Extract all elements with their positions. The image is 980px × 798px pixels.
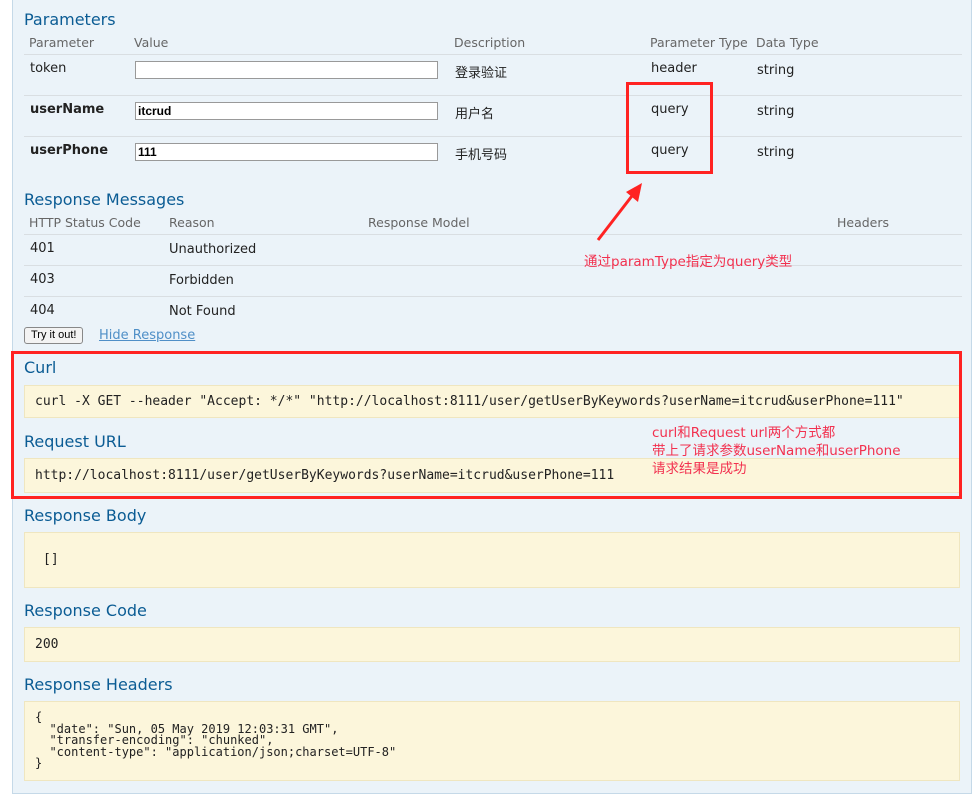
param-desc-username: 用户名 (455, 107, 495, 122)
param-desc-token: 登录验证 (455, 66, 508, 81)
param-name-username: userName (30, 102, 105, 117)
reason-403: Forbidden (169, 273, 234, 288)
parameters-heading: Parameters (24, 10, 116, 29)
divider (24, 296, 962, 297)
response-headers-text: { "date": "Sun, 05 May 2019 12:03:31 GMT… (35, 710, 397, 770)
col-reason: Reason (169, 215, 215, 230)
param-name-userphone: userPhone (30, 143, 109, 158)
response-headers-heading: Response Headers (24, 675, 173, 694)
col-data-type: Data Type (756, 35, 819, 50)
token-input[interactable] (135, 61, 438, 79)
param-type-token: header (651, 61, 697, 76)
col-response-model: Response Model (368, 215, 470, 230)
response-messages-heading: Response Messages (24, 190, 185, 209)
response-body-heading: Response Body (24, 506, 147, 525)
response-code-block: 200 (24, 627, 960, 662)
reason-404: Not Found (169, 304, 236, 319)
col-description: Description (454, 35, 526, 50)
curl-annotation-line3: 请求结果是成功 (652, 461, 747, 477)
username-input[interactable] (135, 102, 438, 120)
query-type-highlight-box (626, 82, 713, 174)
col-parameter: Parameter (29, 35, 95, 50)
divider (24, 265, 962, 266)
col-value: Value (134, 35, 169, 50)
divider (24, 95, 962, 96)
response-headers-block: { "date": "Sun, 05 May 2019 12:03:31 GMT… (24, 701, 960, 781)
param-type-annotation: 通过paramType指定为query类型 (584, 254, 793, 270)
response-body-text: [] (43, 552, 59, 567)
reason-401: Unauthorized (169, 242, 257, 257)
param-datatype-username: string (757, 104, 795, 119)
response-body-block: [] (24, 532, 960, 588)
param-desc-userphone: 手机号码 (455, 148, 508, 163)
param-datatype-token: string (757, 63, 795, 78)
try-it-out-button[interactable]: Try it out! (24, 327, 84, 344)
response-code-text: 200 (35, 637, 59, 652)
divider (24, 136, 962, 137)
curl-annotation-line2: 带上了请求参数userName和userPhone (652, 443, 901, 459)
divider (24, 234, 962, 235)
col-headers: Headers (837, 215, 890, 230)
hide-response-link[interactable]: Hide Response (99, 328, 195, 343)
status-code-403: 403 (30, 272, 55, 287)
col-http-status: HTTP Status Code (29, 215, 141, 230)
curl-annotation-line1: curl和Request url两个方式都 (652, 425, 836, 441)
userphone-input[interactable] (135, 143, 438, 161)
col-parameter-type: Parameter Type (650, 35, 748, 50)
arrow-up-icon (596, 183, 642, 241)
response-code-heading: Response Code (24, 601, 147, 620)
status-code-401: 401 (30, 241, 55, 256)
divider (24, 54, 962, 55)
param-name-token: token (30, 61, 67, 76)
param-datatype-userphone: string (757, 145, 795, 160)
status-code-404: 404 (30, 303, 55, 318)
